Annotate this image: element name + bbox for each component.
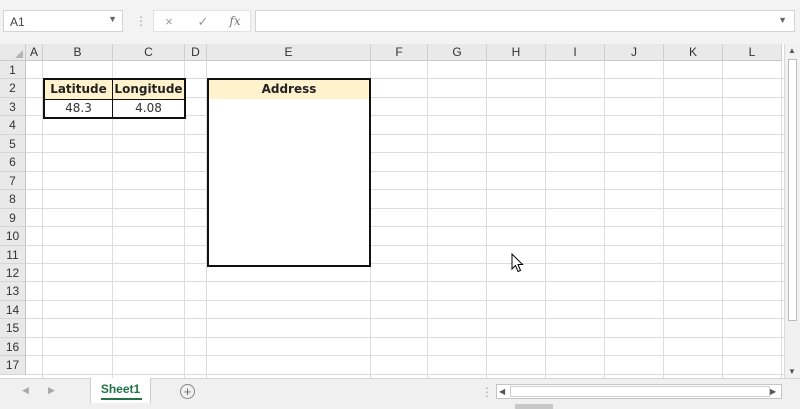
scroll-up-icon[interactable]: ▲ [788,46,796,55]
next-sheet-icon[interactable]: ▶ [48,385,55,396]
row-header-9[interactable]: 9 [0,209,26,227]
gridline-horizontal [26,300,784,301]
gridline-vertical [427,61,428,378]
gridline-vertical [663,61,664,378]
row-header-10[interactable]: 10 [0,227,26,246]
column-header-a[interactable]: A [26,44,43,61]
column-header-b[interactable]: B [43,44,113,61]
worksheet-grid[interactable]: ABCDEFGHIJKL 1 2 3 4 5 6 7 8 9 10 11 12 13 14 15 16 17 L… [0,44,784,378]
plus-circle-icon[interactable]: + [180,384,195,399]
gridline-vertical [42,61,43,378]
column-header-h[interactable]: H [487,44,546,61]
column-header-i[interactable]: I [546,44,605,61]
row-header-12[interactable]: 12 [0,264,26,282]
row-header-1[interactable]: 1 [0,61,26,79]
longitude-header-cell[interactable]: Longitude [113,80,184,99]
scroll-down-icon[interactable]: ▼ [788,367,796,376]
sheet-tab-sheet1[interactable]: Sheet1 [90,378,151,403]
column-header-f[interactable]: F [371,44,428,61]
column-header-j[interactable]: J [605,44,664,61]
latitude-value-cell[interactable]: 48.3 [45,100,112,117]
gridline-horizontal [26,337,784,338]
address-output-range[interactable] [209,99,369,265]
scroll-left-icon[interactable]: ◀ [499,387,505,396]
row-header-3[interactable]: 3 [0,98,26,116]
row-header-8[interactable]: 8 [0,190,26,209]
gridline-horizontal [26,78,784,79]
select-all-triangle-icon [15,50,23,58]
gridline-vertical [370,61,371,378]
horizontal-scroll-thumb[interactable] [510,386,770,397]
row-header-2[interactable]: 2 [0,79,26,98]
column-header-k[interactable]: K [664,44,723,61]
sheet-tab-label: Sheet1 [100,382,141,396]
column-header-d[interactable]: D [185,44,207,61]
gridline-horizontal [26,318,784,319]
column-header-e[interactable]: E [207,44,371,61]
gridline-vertical [184,61,185,378]
formula-bar: A1 ▼ ⋮ × ✓ fx ▼ [0,0,800,44]
gridline-horizontal [26,355,784,356]
longitude-value-cell[interactable]: 4.08 [113,100,184,117]
gridline-horizontal [26,171,784,172]
enter-icon[interactable]: ✓ [194,14,212,30]
gridline-horizontal [26,134,784,135]
gridline-horizontal [26,263,784,264]
gridline-vertical [486,61,487,378]
row-header-4[interactable]: 4 [0,116,26,135]
status-strip [0,404,800,409]
gridline-horizontal [26,281,784,282]
row-header-14[interactable]: 14 [0,301,26,319]
gridline-vertical [722,61,723,378]
name-box[interactable]: A1 ▼ [3,10,123,32]
column-header-l[interactable]: L [723,44,782,61]
row-header-5[interactable]: 5 [0,135,26,153]
tab-split-handle-icon[interactable]: ⋮ [481,385,493,399]
expand-formula-icon[interactable]: ▼ [778,15,787,25]
row-header-13[interactable]: 13 [0,282,26,301]
cancel-icon[interactable]: × [160,14,178,29]
select-all-button[interactable] [0,44,26,61]
row-header-11[interactable]: 11 [0,246,26,264]
latitude-header-cell[interactable]: Latitude [45,80,112,99]
column-header-g[interactable]: G [428,44,487,61]
formula-bar-divider-icon: ⋮ [135,14,147,28]
row-header-16[interactable]: 16 [0,338,26,356]
address-header-cell[interactable]: Address [209,80,369,99]
gridline-horizontal [26,374,784,375]
formula-buttons: × ✓ fx [153,10,251,32]
gridline-horizontal [26,226,784,227]
gridline-horizontal [26,245,784,246]
gridline-vertical [781,61,782,378]
sheet-tab-bar: ◀ ▶ Sheet1 + ⋮ ◀ ▶ [0,378,800,404]
scroll-right-icon[interactable]: ▶ [770,387,776,396]
previous-sheet-icon[interactable]: ◀ [22,385,29,396]
vertical-scrollbar[interactable]: ▲ ▼ [784,44,800,378]
gridline-horizontal [26,189,784,190]
row-header-7[interactable]: 7 [0,172,26,190]
horizontal-scrollbar[interactable]: ◀ [496,384,782,399]
gridline-vertical [206,61,207,378]
name-box-value: A1 [10,15,25,29]
gridline-horizontal [26,152,784,153]
gridline-vertical [604,61,605,378]
active-tab-indicator [101,398,142,400]
vertical-scroll-thumb[interactable] [788,59,797,321]
status-strip-handle [515,404,553,409]
mouse-pointer-icon [511,253,524,273]
formula-input[interactable]: ▼ [255,10,795,32]
coordinates-table-rule [43,99,186,100]
gridline-horizontal [26,208,784,209]
row-header-15[interactable]: 15 [0,319,26,338]
chevron-down-icon[interactable]: ▼ [108,14,117,24]
row-header-6[interactable]: 6 [0,153,26,172]
insert-function-button[interactable]: fx [226,14,244,28]
gridline-vertical [545,61,546,378]
row-header-17[interactable]: 17 [0,356,26,375]
column-header-c[interactable]: C [113,44,185,61]
